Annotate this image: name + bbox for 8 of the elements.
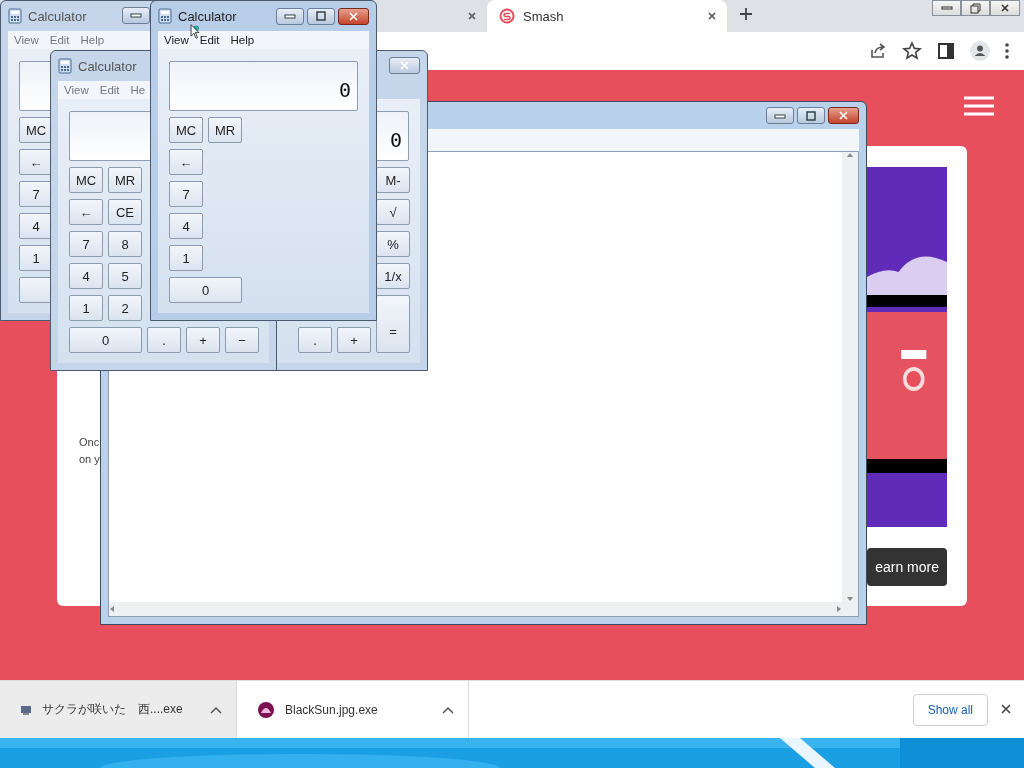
file-name: サクラが咲いた 西....exe [42, 701, 184, 718]
body-text: on y [79, 452, 100, 467]
calculator-display: 0 [169, 61, 358, 111]
window-title: Calculator [28, 8, 87, 24]
window-title: Calculator [178, 8, 237, 24]
file-name: BlackSun.jpg.exe [285, 702, 379, 717]
body-text: Onc [79, 435, 100, 450]
window-title: Calculator [78, 58, 137, 74]
